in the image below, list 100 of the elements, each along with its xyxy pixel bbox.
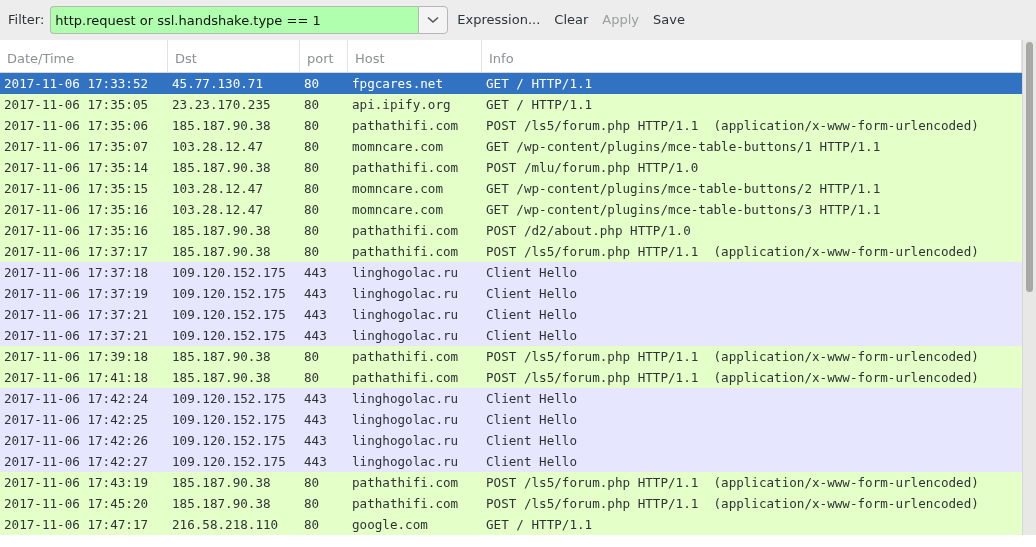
table-cell: 185.187.90.38 bbox=[172, 496, 271, 511]
table-cell: 2017-11-06 17:37:18 bbox=[4, 265, 149, 280]
table-cell: POST /ls5/forum.php HTTP/1.1 (application/x-www-form-urlencoded) bbox=[486, 118, 979, 133]
table-cell: 109.120.152.175 bbox=[172, 328, 286, 343]
table-cell: 80 bbox=[304, 97, 320, 112]
table-cell: 2017-11-06 17:41:18 bbox=[4, 370, 149, 385]
table-cell: momncare.com bbox=[352, 139, 443, 154]
table-cell: 103.28.12.47 bbox=[172, 202, 263, 217]
table-cell: pathathifi.com bbox=[352, 160, 459, 175]
table-cell: 45.77.130.71 bbox=[172, 76, 263, 91]
table-cell: 185.187.90.38 bbox=[172, 118, 271, 133]
table-cell: api.ipify.org bbox=[352, 97, 451, 112]
table-cell: 185.187.90.38 bbox=[172, 349, 271, 364]
table-cell: GET /wp-content/plugins/mce-table-buttons/3 HTTP/1.1 bbox=[486, 202, 881, 217]
scrollbar[interactable] bbox=[1022, 40, 1036, 535]
table-cell: 2017-11-06 17:42:27 bbox=[4, 454, 149, 469]
table-cell: linghogolac.ru bbox=[352, 328, 459, 343]
packet-row[interactable]: 2017-11-06 17:42:24 109.120.152.175 443 linghogolac.ru Client Hello bbox=[0, 388, 1022, 409]
packet-row[interactable]: 2017-11-06 17:35:16 185.187.90.38 80 pathathifi.com POST /d2/about.php HTTP/1.0 bbox=[0, 220, 1022, 241]
table-cell: 2017-11-06 17:35:07 bbox=[4, 139, 149, 154]
table-cell: 109.120.152.175 bbox=[172, 412, 286, 427]
table-cell: 185.187.90.38 bbox=[172, 370, 271, 385]
packet-row[interactable]: 2017-11-06 17:35:07 103.28.12.47 80 momncare.com GET /wp-content/plugins/mce-table-buttons/1 HTTP/1.1 bbox=[0, 136, 1022, 157]
table-cell: 2017-11-06 17:35:14 bbox=[4, 160, 149, 175]
table-cell: 2017-11-06 17:47:17 bbox=[4, 517, 149, 532]
packet-row[interactable]: 2017-11-06 17:35:16 103.28.12.47 80 momncare.com GET /wp-content/plugins/mce-table-buttons/3 HTTP/1.1 bbox=[0, 199, 1022, 220]
packet-row[interactable]: 2017-11-06 17:43:19 185.187.90.38 80 pathathifi.com POST /ls5/forum.php HTTP/1.1 (application/x-www-form-urlencoded) bbox=[0, 472, 1022, 493]
table-cell: 80 bbox=[304, 139, 320, 154]
table-cell: Client Hello bbox=[486, 328, 577, 343]
table-cell: fpgcares.net bbox=[352, 76, 443, 91]
table-cell: 443 bbox=[304, 286, 327, 301]
packet-row[interactable]: 2017-11-06 17:37:21 109.120.152.175 443 linghogolac.ru Client Hello bbox=[0, 304, 1022, 325]
table-cell: 2017-11-06 17:37:21 bbox=[4, 328, 149, 343]
packet-row[interactable]: 2017-11-06 17:42:25 109.120.152.175 443 linghogolac.ru Client Hello bbox=[0, 409, 1022, 430]
table-cell: linghogolac.ru bbox=[352, 307, 459, 322]
table-cell: 2017-11-06 17:35:16 bbox=[4, 202, 149, 217]
table-cell: GET / HTTP/1.1 bbox=[486, 76, 593, 91]
dropdown-button[interactable] bbox=[418, 6, 449, 34]
scrollbar-thumb[interactable] bbox=[1026, 42, 1033, 292]
table-cell: 2017-11-06 17:35:16 bbox=[4, 223, 149, 238]
table-cell: 109.120.152.175 bbox=[172, 265, 286, 280]
packet-row[interactable]: 2017-11-06 17:37:21 109.120.152.175 443 linghogolac.ru Client Hello bbox=[0, 325, 1022, 346]
table-cell: Client Hello bbox=[486, 391, 577, 406]
table-cell: 2017-11-06 17:35:06 bbox=[4, 118, 149, 133]
table-cell: pathathifi.com bbox=[352, 349, 459, 364]
table-cell: Client Hello bbox=[486, 454, 577, 469]
table-cell: pathathifi.com bbox=[352, 118, 459, 133]
table-cell: 2017-11-06 17:33:52 bbox=[4, 76, 149, 91]
packet-row[interactable]: 2017-11-06 17:37:18 109.120.152.175 443 linghogolac.ru Client Hello bbox=[0, 262, 1022, 283]
packet-row[interactable]: 2017-11-06 17:47:17 216.58.218.110 80 google.com GET / HTTP/1.1 bbox=[0, 514, 1022, 535]
packet-row[interactable]: 2017-11-06 17:33:52 45.77.130.71 80 fpgcares.net GET / HTTP/1.1 bbox=[0, 73, 1022, 94]
packet-row[interactable]: 2017-11-06 17:35:06 185.187.90.38 80 pathathifi.com POST /ls5/forum.php HTTP/1.1 (application/x-www-form-urlencoded) bbox=[0, 115, 1022, 136]
table-cell: 185.187.90.38 bbox=[172, 223, 271, 238]
packet-row[interactable]: 2017-11-06 17:39:18 185.187.90.38 80 pathathifi.com POST /ls5/forum.php HTTP/1.1 (application/x-www-form-urlencoded) bbox=[0, 346, 1022, 367]
table-cell: POST /ls5/forum.php HTTP/1.1 (application/x-www-form-urlencoded) bbox=[486, 349, 979, 364]
table-cell: 185.187.90.38 bbox=[172, 475, 271, 490]
table-cell: 2017-11-06 17:43:19 bbox=[4, 475, 149, 490]
packet-row[interactable]: 2017-11-06 17:35:15 103.28.12.47 80 momncare.com GET /wp-content/plugins/mce-table-buttons/2 HTTP/1.1 bbox=[0, 178, 1022, 199]
table-cell: GET / HTTP/1.1 bbox=[486, 517, 593, 532]
table-cell: 80 bbox=[304, 475, 320, 490]
packet-row[interactable]: 2017-11-06 17:42:27 109.120.152.175 443 linghogolac.ru Client Hello bbox=[0, 451, 1022, 472]
table-cell: linghogolac.ru bbox=[352, 265, 459, 280]
chevron-down-icon bbox=[427, 16, 440, 24]
table-cell: 443 bbox=[304, 454, 327, 469]
packet-row[interactable]: 2017-11-06 17:41:18 185.187.90.38 80 pathathifi.com POST /ls5/forum.php HTTP/1.1 (application/x-www-form-urlencoded) bbox=[0, 367, 1022, 388]
table-cell: 443 bbox=[304, 265, 327, 280]
toolbar-button[interactable]: Clear bbox=[549, 8, 594, 32]
table-cell: 80 bbox=[304, 160, 320, 175]
toolbar-button[interactable]: Save bbox=[648, 8, 690, 32]
table-cell: POST /ls5/forum.php HTTP/1.1 (application/x-www-form-urlencoded) bbox=[486, 475, 979, 490]
table-cell: linghogolac.ru bbox=[352, 286, 459, 301]
toolbar-button[interactable]: Expression... bbox=[452, 8, 546, 32]
packet-row[interactable]: 2017-11-06 17:45:20 185.187.90.38 80 pathathifi.com POST /ls5/forum.php HTTP/1.1 (application/x-www-form-urlencoded) bbox=[0, 493, 1022, 514]
packet-row[interactable]: 2017-11-06 17:35:14 185.187.90.38 80 pathathifi.com POST /mlu/forum.php HTTP/1.0 bbox=[0, 157, 1022, 178]
filter-field[interactable]: http.request or ssl.handshake.type == 1 bbox=[50, 6, 419, 34]
table-cell: GET /wp-content/plugins/mce-table-buttons/2 HTTP/1.1 bbox=[486, 181, 881, 196]
table-cell: 2017-11-06 17:42:24 bbox=[4, 391, 149, 406]
table-cell: POST /d2/about.php HTTP/1.0 bbox=[486, 223, 691, 238]
table-cell: pathathifi.com bbox=[352, 244, 459, 259]
table-cell: linghogolac.ru bbox=[352, 391, 459, 406]
table-cell: GET / HTTP/1.1 bbox=[486, 97, 593, 112]
packet-row[interactable]: 2017-11-06 17:37:17 185.187.90.38 80 pathathifi.com POST /ls5/forum.php HTTP/1.1 (application/x-www-form-urlencoded) bbox=[0, 241, 1022, 262]
table-cell: 2017-11-06 17:35:15 bbox=[4, 181, 149, 196]
packet-row[interactable]: 2017-11-06 17:35:05 23.23.170.235 80 api.ipify.org GET / HTTP/1.1 bbox=[0, 94, 1022, 115]
table-cell: 443 bbox=[304, 433, 327, 448]
table-cell: linghogolac.ru bbox=[352, 454, 459, 469]
table-cell: 80 bbox=[304, 118, 320, 133]
table-cell: 185.187.90.38 bbox=[172, 160, 271, 175]
table-cell: pathathifi.com bbox=[352, 475, 459, 490]
table-cell: 2017-11-06 17:42:25 bbox=[4, 412, 149, 427]
table-cell: 2017-11-06 17:42:26 bbox=[4, 433, 149, 448]
packet-row[interactable]: 2017-11-06 17:37:19 109.120.152.175 443 linghogolac.ru Client Hello bbox=[0, 283, 1022, 304]
packet-row[interactable]: 2017-11-06 17:42:26 109.120.152.175 443 linghogolac.ru Client Hello bbox=[0, 430, 1022, 451]
table-cell: Client Hello bbox=[486, 307, 577, 322]
table-cell: pathathifi.com bbox=[352, 496, 459, 511]
table-cell: 109.120.152.175 bbox=[172, 433, 286, 448]
table-cell: 80 bbox=[304, 223, 320, 238]
table-cell: Client Hello bbox=[486, 412, 577, 427]
table-cell: 80 bbox=[304, 244, 320, 259]
table-cell: 80 bbox=[304, 496, 320, 511]
